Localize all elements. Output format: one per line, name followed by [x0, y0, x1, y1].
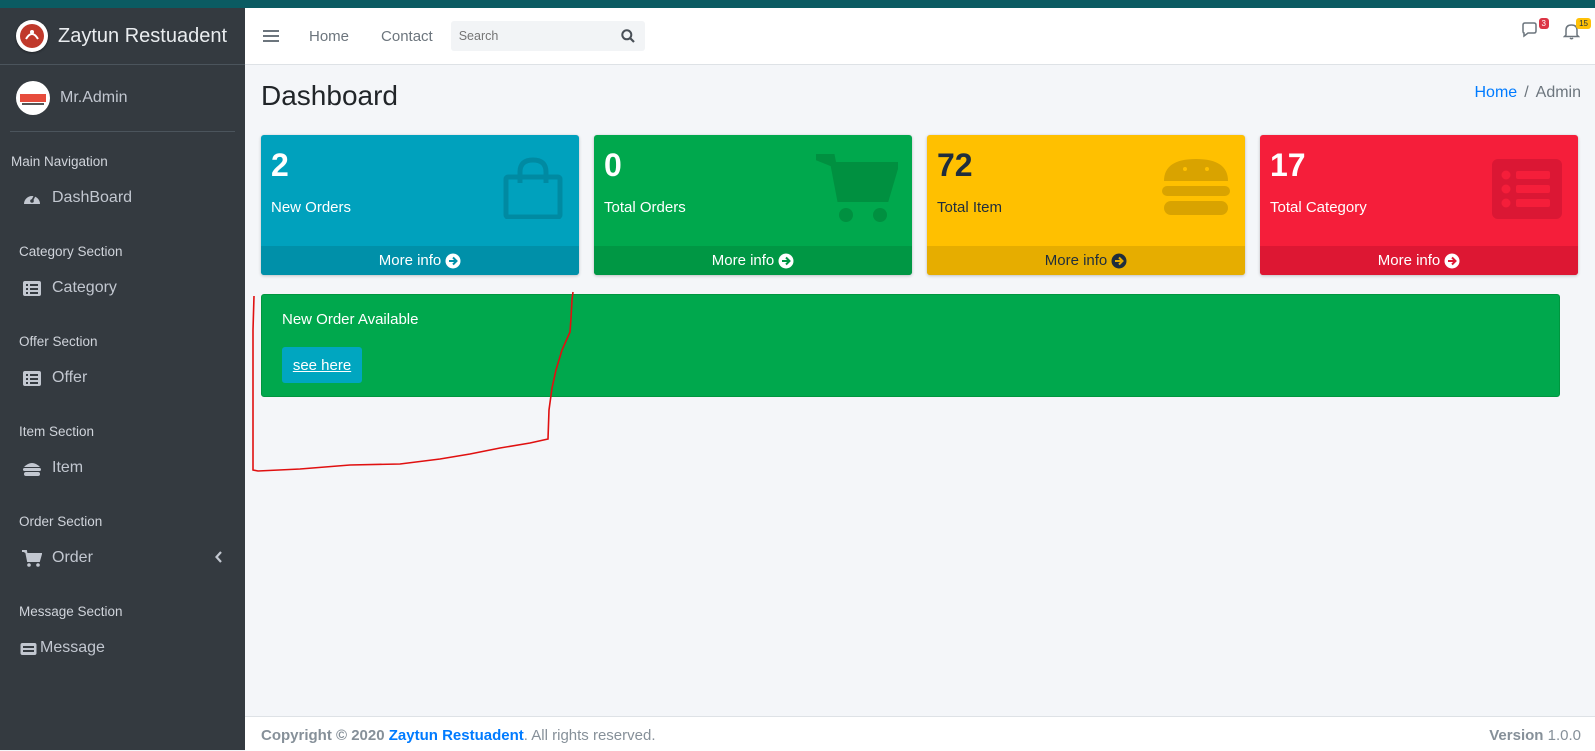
sidebar: Zaytun Restuadent Mr.Admin Main Navigati… — [0, 8, 245, 750]
page-title: Dashboard — [261, 80, 398, 111]
copyright-text: Copyright © 2020 — [261, 727, 385, 744]
sidebar-item-label: Offer — [52, 369, 88, 386]
nav-header-order: Order Section — [19, 514, 103, 529]
stat-label: Total Category — [1270, 199, 1367, 216]
sidebar-item-order[interactable]: Order — [0, 538, 245, 578]
sidebar-item-message[interactable]: Message — [0, 628, 245, 668]
search-icon[interactable] — [621, 29, 635, 43]
burger-icon — [1161, 157, 1231, 224]
stat-value: 72 — [937, 147, 973, 183]
notifications-button[interactable]: 15 — [1562, 18, 1591, 44]
version-number: 1.0.0 — [1547, 727, 1581, 744]
more-info-link[interactable]: More info — [927, 246, 1245, 275]
stat-label: Total Orders — [604, 199, 686, 216]
more-info-label: More info — [711, 252, 775, 269]
search-input[interactable] — [450, 28, 621, 44]
stat-boxes: 2 New Orders More info 0 Total Orders Mo… — [261, 135, 1578, 275]
arrow-circle-right-icon — [1444, 253, 1460, 269]
arrow-circle-right-icon — [778, 253, 794, 269]
version-label: Version — [1489, 727, 1544, 744]
new-order-alert: New Order Available see here — [261, 294, 1560, 397]
sidebar-item-label: DashBoard — [52, 189, 133, 206]
messages-badge: 3 — [1538, 18, 1549, 29]
chevron-left-icon[interactable] — [215, 550, 223, 568]
sidebar-item-category[interactable]: Category — [0, 268, 245, 308]
arrow-circle-right-icon — [445, 253, 461, 269]
nav-header-offer: Offer Section — [19, 334, 98, 349]
top-navbar: Home Contact 3 15 — [245, 8, 1595, 65]
breadcrumb-current: Admin — [1535, 84, 1581, 101]
sidebar-item-label: Category — [52, 279, 117, 296]
footer-copyright: Copyright © 2020 Zaytun Restuadent. All … — [261, 727, 656, 744]
sidebar-item-item[interactable]: Item — [0, 448, 245, 488]
cart-icon — [814, 153, 901, 230]
more-info-label: More info — [1377, 252, 1441, 269]
nav-header-main: Main Navigation — [11, 154, 108, 169]
footer-version: Version 1.0.0 — [1489, 727, 1581, 744]
stat-value: 0 — [604, 147, 622, 183]
list-icon — [1492, 159, 1562, 224]
footer-brand-link[interactable]: Zaytun Restuadent — [389, 727, 524, 744]
alert-title: New Order Available — [282, 311, 419, 328]
more-info-link[interactable]: More info — [594, 246, 912, 275]
stat-box-total-category: 17 Total Category More info — [1260, 135, 1578, 275]
page-footer: Copyright © 2020 Zaytun Restuadent. All … — [245, 716, 1595, 751]
nav-link-contact[interactable]: Contact — [381, 28, 433, 45]
inbox-icon — [18, 639, 38, 657]
brand-link[interactable]: Zaytun Restuadent — [0, 8, 245, 65]
more-info-label: More info — [1044, 252, 1108, 269]
user-panel[interactable]: Mr.Admin — [10, 65, 235, 132]
more-info-label: More info — [378, 252, 442, 269]
comments-icon — [1521, 22, 1540, 43]
messages-button[interactable]: 3 — [1521, 18, 1549, 43]
more-info-link[interactable]: More info — [1260, 246, 1578, 275]
brand-logo-icon — [16, 20, 48, 52]
menu-toggle-icon[interactable] — [263, 29, 279, 43]
sidebar-item-offer[interactable]: Offer — [0, 358, 245, 398]
stat-label: Total Item — [937, 199, 1003, 216]
stat-box-total-item: 72 Total Item More info — [927, 135, 1245, 275]
nav-header-category: Category Section — [19, 244, 123, 259]
top-strip — [0, 0, 1595, 8]
more-info-link[interactable]: More info — [261, 246, 579, 275]
stat-value: 2 — [271, 147, 289, 183]
user-name: Mr.Admin — [60, 89, 128, 106]
breadcrumb: Home / Admin — [1475, 84, 1582, 102]
sidebar-item-label: Order — [52, 549, 93, 566]
stat-box-total-orders: 0 Total Orders More info — [594, 135, 912, 275]
nav-link-home[interactable]: Home — [309, 28, 349, 45]
arrow-circle-right-icon — [1111, 253, 1127, 269]
bell-icon — [1562, 24, 1581, 44]
shopping-bag-icon — [503, 157, 563, 224]
sidebar-item-label: Message — [40, 639, 105, 656]
search-box — [450, 21, 645, 51]
stat-label: New Orders — [271, 199, 352, 216]
sidebar-item-label: Item — [52, 459, 84, 476]
brand-name: Zaytun Restuadent — [58, 24, 227, 47]
dashboard-gauge-icon — [22, 189, 42, 207]
cart-icon — [22, 549, 42, 567]
nav-header-message: Message Section — [19, 604, 123, 619]
nav-header-item: Item Section — [19, 424, 95, 439]
breadcrumb-home-link[interactable]: Home — [1475, 84, 1518, 101]
sidebar-item-dashboard[interactable]: DashBoard — [0, 178, 245, 218]
notifications-badge: 15 — [1576, 18, 1591, 29]
navbar-right: 3 15 — [1499, 18, 1591, 44]
breadcrumb-separator: / — [1524, 84, 1529, 101]
burger-icon — [22, 459, 42, 477]
see-here-button[interactable]: see here — [282, 347, 362, 383]
rights-text: . All rights reserved. — [523, 727, 656, 744]
avatar — [16, 81, 50, 115]
list-alt-icon — [22, 279, 42, 297]
list-alt-icon — [22, 369, 42, 387]
stat-box-new-orders: 2 New Orders More info — [261, 135, 579, 275]
stat-value: 17 — [1270, 147, 1306, 183]
